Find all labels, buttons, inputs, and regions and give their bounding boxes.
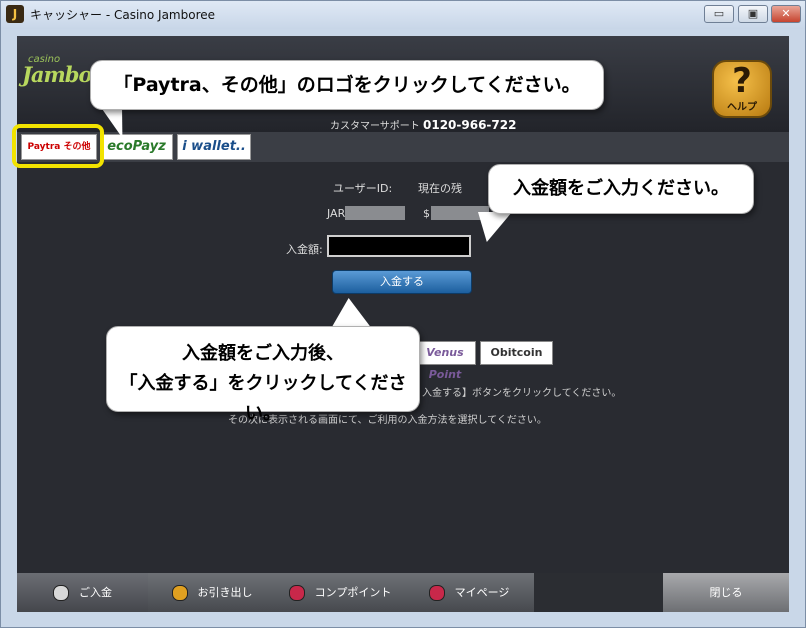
maximize-button[interactable]: ▣ <box>738 5 768 23</box>
nav-comp-points-label: コンプポイント <box>314 586 392 599</box>
nav-withdraw[interactable]: お引き出し <box>148 573 276 612</box>
withdraw-icon <box>171 585 188 601</box>
instruction-line-1: 入金する】ボタンをクリックしてください。 <box>422 388 622 399</box>
comp-points-icon <box>288 585 305 601</box>
paytra-tab-highlight <box>12 124 104 168</box>
nav-my-page-label: マイページ <box>454 586 510 599</box>
tab-iwallet[interactable]: i wallet.. <box>177 134 251 160</box>
bitcoin-logo: Obitcoin <box>480 341 553 365</box>
window-title: キャッシャー - Casino Jamboree <box>30 8 216 22</box>
deposit-button[interactable]: 入金する <box>332 270 472 294</box>
jamboree-logo: Jambo <box>22 62 92 87</box>
customer-support: カスタマーサポート 0120-966-722 <box>330 117 516 132</box>
venus-point-logo: Venus Point <box>414 341 476 381</box>
question-mark-icon: ? <box>732 61 752 101</box>
nav-withdraw-label: お引き出し <box>197 586 253 599</box>
nav-my-page[interactable]: マイページ <box>404 573 534 612</box>
user-id-label: ユーザーID: <box>333 182 393 195</box>
user-id-mask <box>345 206 405 220</box>
submit-hint-line-1: 入金額をご入力後、 <box>182 343 344 364</box>
submit-hint-line-2: 「入金する」をクリックしてください。 <box>119 373 407 424</box>
casino-chip-icon: J <box>6 5 24 23</box>
amount-hint-callout: 入金額をご入力ください。 <box>488 164 754 214</box>
help-label: ヘルプ <box>727 102 757 113</box>
deposit-icon <box>53 585 69 601</box>
balance-label: 現在の残 <box>418 182 462 195</box>
balance-value: $ <box>423 207 430 220</box>
user-id-value: JAR <box>327 207 346 220</box>
support-label: カスタマーサポート <box>330 121 420 132</box>
my-page-icon <box>428 585 445 601</box>
logo-hint-callout: 「Paytra、その他」のロゴをクリックしてください。 <box>90 60 604 110</box>
minimize-button[interactable]: ▭ <box>704 5 734 23</box>
help-button[interactable]: ? ヘルプ <box>712 60 772 118</box>
amount-input[interactable] <box>327 235 471 257</box>
support-phone: 0120-966-722 <box>423 118 517 132</box>
close-window-button[interactable]: ✕ <box>771 5 801 23</box>
nav-comp-points[interactable]: コンプポイント <box>276 573 404 612</box>
amount-label: 入金額: <box>286 243 323 256</box>
nav-close-button[interactable]: 閉じる <box>663 573 789 612</box>
nav-deposit[interactable]: ご入金 <box>17 573 148 612</box>
nav-deposit-label: ご入金 <box>79 586 112 599</box>
submit-hint-callout: 入金額をご入力後、 「入金する」をクリックしてください。 <box>106 326 420 424</box>
